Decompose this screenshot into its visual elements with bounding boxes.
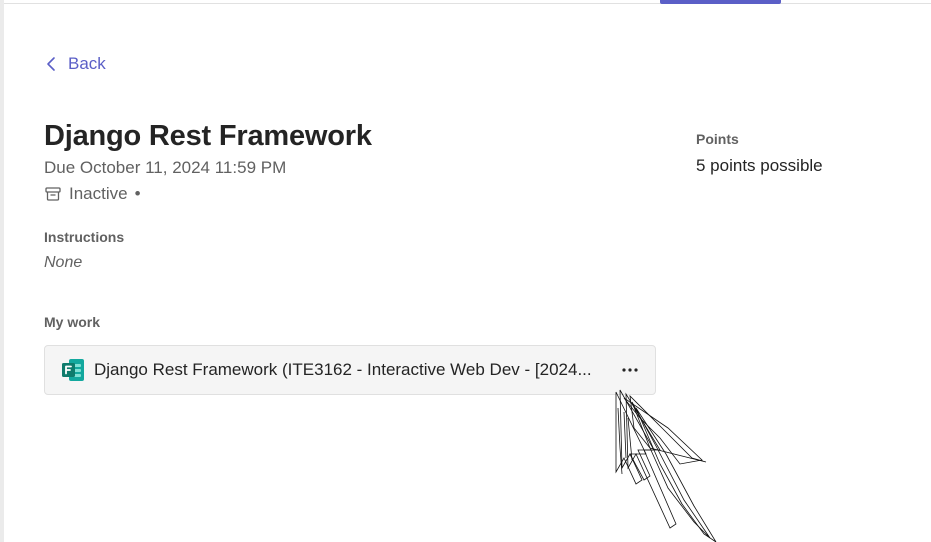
instructions-value: None [44, 254, 83, 271]
status-separator: • [134, 184, 141, 203]
microsoft-forms-icon [61, 358, 85, 382]
instructions-label: Instructions [44, 229, 125, 245]
back-label: Back [68, 54, 106, 73]
more-options-icon[interactable] [615, 356, 645, 384]
back-button[interactable]: Back [46, 52, 106, 76]
left-rail [0, 0, 4, 542]
points-value: 5 points possible [696, 156, 823, 175]
assignment-title: Django Rest Framework [44, 120, 372, 152]
points-label: Points [696, 131, 739, 147]
status-row: Inactive • [44, 183, 141, 205]
due-date: Due October 11, 2024 11:59 PM [44, 158, 287, 177]
active-tab-indicator [660, 0, 781, 4]
attachment-title: Django Rest Framework (ITE3162 - Interac… [94, 360, 592, 379]
archive-icon [44, 185, 62, 203]
status-text: Inactive [69, 184, 128, 203]
top-divider [4, 3, 931, 4]
my-work-label: My work [44, 314, 101, 330]
work-attachment-card[interactable]: Django Rest Framework (ITE3162 - Interac… [44, 345, 656, 395]
chevron-left-icon [46, 56, 56, 72]
mouse-cursor-trail [615, 389, 717, 542]
